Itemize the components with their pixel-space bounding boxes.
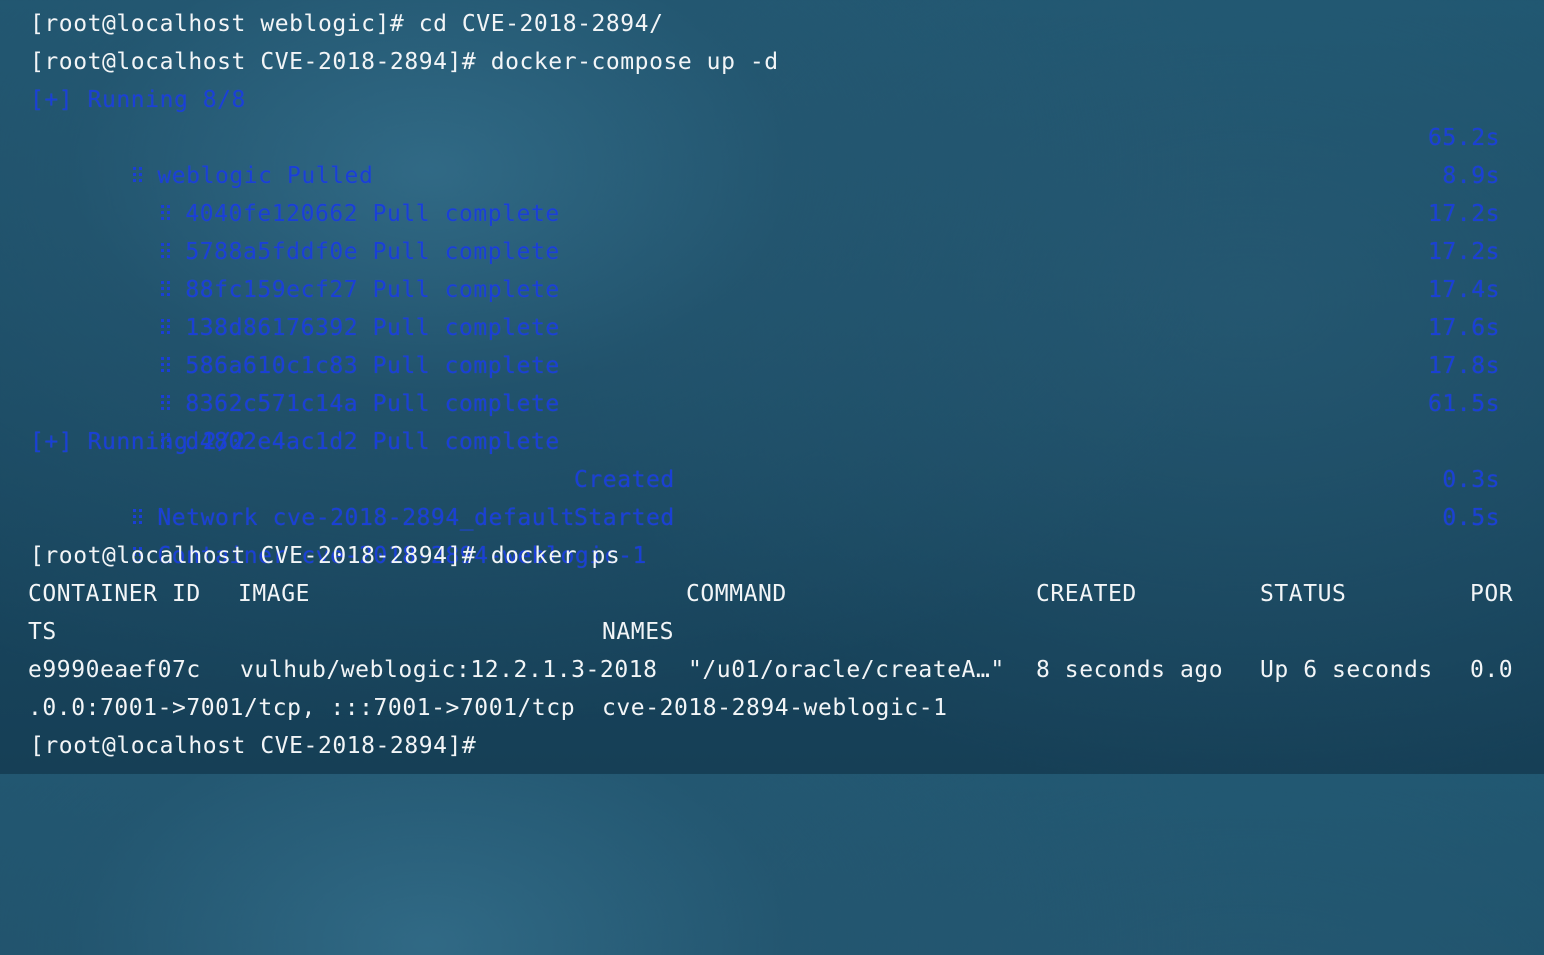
layer-time: 17.8s [1428, 353, 1500, 379]
ps-header-command: COMMAND [686, 581, 787, 607]
ps-data-row: e9990eaef07c vulhub/weblogic:12.2.1.3-20… [0, 651, 1544, 689]
terminal-line: [root@localhost weblogic]# cd CVE-2018-2… [0, 5, 1544, 43]
ps-container-id: e9990eaef07c [28, 657, 201, 683]
ps-data-row-wrap: .0.0:7001->7001/tcp, :::7001->7001/tcp c… [0, 689, 1544, 727]
ps-header-container-id: CONTAINER ID [28, 581, 201, 607]
terminal-line: [root@localhost CVE-2018-2894]# docker-c… [0, 43, 1544, 81]
container-state: Started [574, 505, 675, 531]
layer-line: 138d86176392 Pull complete 17.4s [0, 271, 1544, 341]
network-state: Created [574, 467, 675, 493]
ps-header-ports-wrap: TS [28, 619, 57, 645]
pull-summary-line: weblogic Pulled 65.2s [0, 119, 1544, 189]
ps-header-image: IMAGE [238, 581, 310, 607]
ps-ports: 0.0 [1470, 657, 1514, 683]
progress-header: [+] Running 8/8 [0, 81, 1544, 119]
layer-line: 4040fe120662 Pull complete 8.9s [0, 157, 1544, 227]
terminal-prompt[interactable]: [root@localhost CVE-2018-2894]# [0, 727, 1544, 765]
progress-header-text: [+] Running 8/8 [30, 87, 246, 113]
terminal-line: [root@localhost CVE-2018-2894]# docker p… [0, 537, 1544, 575]
command-text: [root@localhost CVE-2018-2894]# docker p… [30, 543, 621, 569]
layer-time: 8.9s [1442, 163, 1500, 189]
layer-time: 61.5s [1428, 391, 1500, 417]
pull-summary-time: 65.2s [1428, 125, 1500, 151]
ps-header-row: CONTAINER ID IMAGE COMMAND CREATED STATU… [0, 575, 1544, 613]
ps-ports-wrap: .0.0:7001->7001/tcp, :::7001->7001/tcp [28, 695, 576, 721]
layer-time: 17.2s [1428, 239, 1500, 265]
ps-header-status: STATUS [1260, 581, 1347, 607]
layer-line: 5788a5fddf0e Pull complete 17.2s [0, 195, 1544, 265]
ps-names: cve-2018-2894-weblogic-1 [602, 695, 948, 721]
network-line: Network cve-2018-2894_default Created 0.… [0, 461, 1544, 531]
ps-command: "/u01/oracle/createA…" [688, 657, 1005, 683]
prompt-text: [root@localhost CVE-2018-2894]# [30, 733, 477, 759]
progress-header: [+] Running 2/2 [0, 423, 1544, 461]
network-time: 0.3s [1442, 467, 1500, 493]
ps-header-created: CREATED [1036, 581, 1137, 607]
ps-header-names: NAMES [602, 619, 674, 645]
layer-line: 8362c571c14a Pull complete 17.8s [0, 347, 1544, 417]
layer-line: d4802e4ac1d2 Pull complete 61.5s [0, 385, 1544, 455]
layer-line: 88fc159ecf27 Pull complete 17.2s [0, 233, 1544, 303]
ps-header-ports: POR [1470, 581, 1514, 607]
layer-time: 17.4s [1428, 277, 1500, 303]
command-text: [root@localhost weblogic]# cd CVE-2018-2… [30, 11, 664, 37]
command-text: [root@localhost CVE-2018-2894]# docker-c… [30, 49, 779, 75]
ps-header-row-wrap: TS NAMES [0, 613, 1544, 651]
ps-created: 8 seconds ago [1036, 657, 1224, 683]
ps-status: Up 6 seconds [1260, 657, 1433, 683]
layer-time: 17.2s [1428, 201, 1500, 227]
ps-image: vulhub/weblogic:12.2.1.3-2018 [240, 657, 658, 683]
layer-line: 586a610c1c83 Pull complete 17.6s [0, 309, 1544, 379]
container-time: 0.5s [1442, 505, 1500, 531]
progress-header-text: [+] Running 2/2 [30, 429, 246, 455]
layer-time: 17.6s [1428, 315, 1500, 341]
terminal-window[interactable]: [root@localhost weblogic]# cd CVE-2018-2… [0, 0, 1544, 774]
container-line: Container cve-2018-2894-weblogic-1 Start… [0, 499, 1544, 569]
